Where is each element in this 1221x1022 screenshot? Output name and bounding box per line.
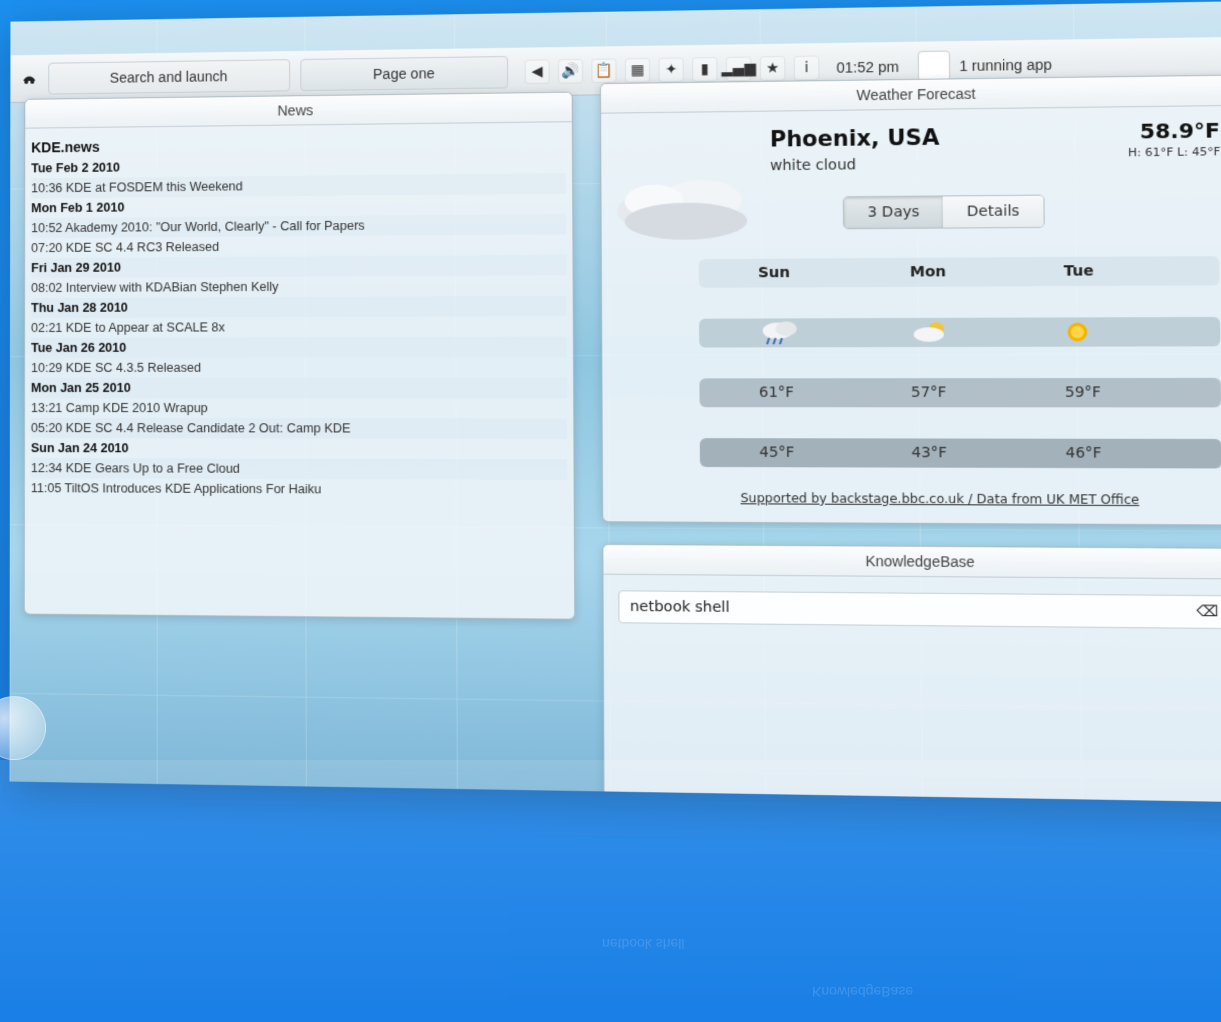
forecast-high-3: 59°F: [1064, 384, 1101, 402]
clock[interactable]: 01:52 pm: [836, 58, 899, 75]
news-items: Tue Feb 2 2010 10:36 KDE at FOSDEM this W…: [31, 153, 568, 501]
cloud-icon: [617, 179, 748, 241]
forecast-low-2: 43°F: [911, 444, 948, 462]
forecast-high-1: 61°F: [758, 384, 795, 402]
netbook-workspace: Search and launch Page one ◀ 🔊 📋 ▦ ✦ ▮ ▂…: [9, 0, 1221, 803]
rain-cloud-icon: [762, 321, 797, 346]
reflected-kb-title: KnowledgeBase: [812, 984, 914, 1000]
news-widget: News KDE.news Tue Feb 2 2010 10:36 KDE at…: [23, 91, 576, 620]
news-item[interactable]: 08:02 Interview with KDABian Stephen Kel…: [31, 275, 566, 298]
star-icon[interactable]: ★: [759, 55, 786, 81]
news-date-header: Mon Jan 25 2010: [30, 377, 567, 398]
knowledgebase-search-input[interactable]: netbook shell ⌫: [618, 590, 1221, 630]
forecast-low-1: 45°F: [759, 444, 795, 462]
sun-icon: [1067, 322, 1088, 342]
system-tray: ◀ 🔊 📋 ▦ ✦ ▮ ▂▄▆ ★ i: [524, 54, 820, 84]
volume-icon[interactable]: ◀: [524, 58, 550, 84]
reflected-kb-query: netbook shell: [602, 936, 685, 952]
weather-credit-link[interactable]: Supported by backstage.bbc.co.uk / Data …: [740, 491, 1221, 508]
forecast-low-3: 46°F: [1065, 444, 1102, 462]
forecast-day-3: Tue: [1063, 263, 1094, 280]
clear-search-icon[interactable]: ⌫: [1196, 603, 1218, 620]
forecast-days-row: Sun Mon Tue: [698, 255, 1220, 288]
news-item[interactable]: 05:20 KDE SC 4.4 Release Candidate 2 Out…: [30, 418, 568, 439]
signal-icon[interactable]: ▂▄▆: [722, 55, 756, 81]
forecast-icon-3: [1064, 319, 1220, 345]
page-one-label: Page one: [372, 64, 435, 82]
kde-logo-icon: [23, 76, 36, 84]
weather-high-low: H: 61°F L: 45°F: [1127, 144, 1221, 160]
clipboard-icon[interactable]: 📋: [591, 57, 617, 83]
partly-sunny-icon: [913, 322, 944, 342]
weather-condition: white cloud: [770, 156, 857, 175]
battery-icon[interactable]: ▮: [692, 56, 718, 82]
app-icon[interactable]: ✦: [658, 56, 684, 82]
kde-menu-icon[interactable]: [20, 69, 38, 87]
weather-location: Phoenix, USA: [769, 125, 940, 152]
knowledgebase-query: netbook shell: [629, 598, 730, 617]
speaker-icon[interactable]: 🔊: [557, 58, 584, 84]
search-and-launch[interactable]: Search and launch: [48, 58, 291, 95]
forecast-day-2: Mon: [909, 263, 947, 281]
news-item[interactable]: 11:05 TiltOS Introduces KDE Applications…: [31, 478, 568, 500]
news-item[interactable]: 12:34 KDE Gears Up to a Free Cloud: [30, 458, 568, 480]
news-date-header: Sun Jan 24 2010: [30, 441, 129, 456]
news-date-header: Tue Jan 26 2010: [31, 336, 567, 358]
tab-3-days[interactable]: 3 Days: [843, 196, 944, 229]
news-date-header: Fri Jan 29 2010: [31, 254, 567, 279]
weather-condition-icon: [612, 164, 760, 247]
info-icon[interactable]: i: [793, 54, 820, 80]
forecast-icon-1: [699, 319, 911, 346]
search-and-launch-label: Search and launch: [109, 67, 228, 86]
forecast-high-2: 57°F: [910, 384, 947, 402]
network-icon[interactable]: ▦: [624, 57, 651, 83]
running-apps-label: 1 running app: [959, 55, 1052, 74]
weather-current-temp: 58.9°F: [1139, 117, 1221, 144]
news-date-header: Thu Jan 28 2010: [31, 295, 567, 319]
weather-tabs: 3 Days Details: [842, 194, 1045, 230]
weather-widget: Weather Forecast Phoenix, USA white clou…: [599, 74, 1221, 526]
forecast-lows-row: 45°F 43°F 46°F: [699, 438, 1221, 469]
forecast-day-1: Sun: [758, 264, 791, 282]
news-item[interactable]: 13:21 Camp KDE 2010 Wrapup: [31, 398, 567, 418]
running-app-thumbnail[interactable]: [918, 49, 951, 82]
forecast-icon-2: [910, 318, 1064, 346]
page-one-button[interactable]: Page one: [300, 55, 509, 91]
weather-forecast-table: Sun Mon Tue 61°F 57°F 59°F 45°F 43°F 46°…: [698, 255, 1221, 500]
news-list: KDE.news Tue Feb 2 2010 10:36 KDE at FOSD…: [25, 122, 574, 500]
forecast-icons-row: [699, 316, 1221, 348]
news-item[interactable]: 02:21 KDE to Appear at SCALE 8x: [31, 316, 567, 338]
news-item[interactable]: 10:29 KDE SC 4.3.5 Released: [31, 357, 567, 378]
tab-details[interactable]: Details: [942, 195, 1044, 228]
screen-reflection: netbook shell KnowledgeBase: [0, 760, 1221, 1022]
forecast-highs-row: 61°F 57°F 59°F: [699, 377, 1221, 408]
desktop-scene: Search and launch Page one ◀ 🔊 📋 ▦ ✦ ▮ ▂…: [0, 0, 1221, 1022]
weather-title: Weather Forecast: [600, 75, 1221, 114]
knowledgebase-title: KnowledgeBase: [603, 544, 1221, 580]
